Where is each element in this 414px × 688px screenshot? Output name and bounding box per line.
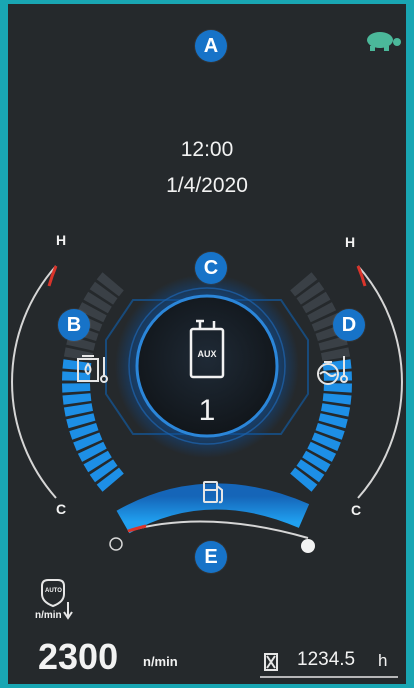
marker-b: B: [58, 309, 90, 341]
marker-e: E: [195, 541, 227, 573]
engine-rpm-value: 2300: [38, 636, 119, 677]
marker-c: C: [195, 252, 227, 284]
fuel-empty-icon: [109, 537, 123, 551]
fuel-full-icon: [301, 539, 315, 553]
hourglass-icon: [264, 653, 278, 671]
engine-speed-unit-small: n/min: [35, 610, 62, 621]
hour-meter-unit: h: [378, 651, 388, 670]
gauge-graphics: [11, 32, 403, 678]
aux-label: AUX: [197, 349, 217, 359]
clock-time: 12:00: [180, 138, 234, 161]
engine-rpm-unit: n/min: [143, 654, 178, 669]
left-gauge-hot-label: H: [56, 232, 67, 248]
marker-a: A: [195, 30, 227, 62]
turtle-icon: [367, 32, 401, 51]
right-gauge-hot-label: H: [345, 234, 356, 250]
dashboard-screen: A C B D E 12:00 1/4/2020 H C H C AUX 1 A…: [8, 4, 406, 684]
fuel-gauge-outline: [127, 520, 309, 539]
marker-d: D: [333, 309, 365, 341]
hour-meter-value: 1234.5: [297, 649, 356, 670]
left-gauge-outline: [11, 265, 57, 499]
left-gauge-cold-label: C: [56, 501, 67, 517]
left-gauge-segment: [62, 383, 91, 393]
clock-date: 1/4/2020: [166, 174, 248, 197]
right-gauge-cold-label: C: [351, 502, 362, 518]
aux-number: 1: [198, 394, 216, 427]
engine-auto-label: AUTO: [45, 588, 62, 594]
right-gauge-outline: [357, 265, 403, 499]
fuel-gauge-bar: [116, 483, 310, 534]
